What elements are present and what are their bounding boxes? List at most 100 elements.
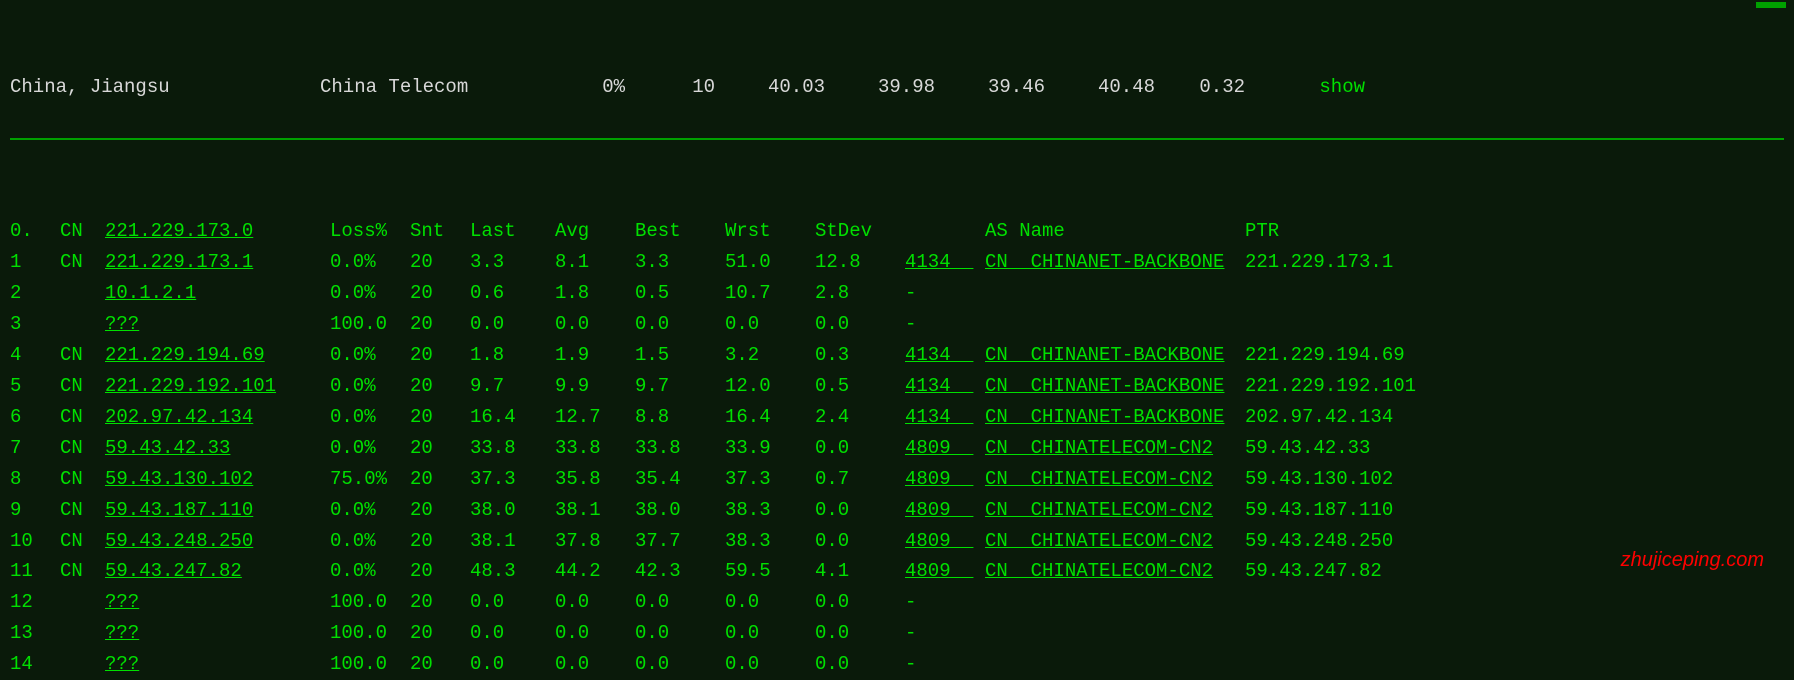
- worst-ms: 59.5: [725, 556, 815, 587]
- as-number[interactable]: 4134: [905, 340, 985, 371]
- as-name[interactable]: CN CHINANET-BACKBONE: [985, 371, 1245, 402]
- as-number[interactable]: 4134: [905, 371, 985, 402]
- as-name[interactable]: CN CHINANET-BACKBONE: [985, 340, 1245, 371]
- as-number[interactable]: 4809: [905, 556, 985, 587]
- hop-row: 7CN59.43.42.330.0%2033.833.833.833.90.04…: [10, 433, 1784, 464]
- ip-address[interactable]: ???: [105, 618, 330, 649]
- country-code: CN: [60, 464, 105, 495]
- ptr-record: 59.43.130.102: [1245, 464, 1784, 495]
- as-name[interactable]: CN CHINATELECOM-CN2: [985, 464, 1245, 495]
- sent: 20: [410, 649, 470, 680]
- best-ms: 37.7: [635, 526, 725, 557]
- as-number: -: [905, 309, 985, 340]
- country-code: CN: [60, 433, 105, 464]
- ip-address[interactable]: 221.229.194.69: [105, 340, 330, 371]
- show-link[interactable]: show: [1245, 72, 1365, 103]
- loss-pct: 75.0%: [330, 464, 410, 495]
- as-name: [985, 649, 1245, 680]
- as-name[interactable]: CN CHINATELECOM-CN2: [985, 526, 1245, 557]
- as-name[interactable]: CN CHINANET-BACKBONE: [985, 247, 1245, 278]
- worst-ms: 0.0: [725, 649, 815, 680]
- ptr-record: [1245, 309, 1784, 340]
- hop-number: 14: [10, 649, 60, 680]
- last-ms: 38.1: [470, 526, 555, 557]
- country-code: [60, 649, 105, 680]
- summary-stdev: 0.32: [1155, 72, 1245, 103]
- col-asname: AS Name: [985, 216, 1245, 247]
- ip-address[interactable]: 59.43.248.250: [105, 526, 330, 557]
- sent: 20: [410, 278, 470, 309]
- avg-ms: 0.0: [555, 309, 635, 340]
- ip-address[interactable]: 59.43.42.33: [105, 433, 330, 464]
- worst-ms: 0.0: [725, 618, 815, 649]
- ip-address[interactable]: 59.43.247.82: [105, 556, 330, 587]
- stdev-ms: 2.4: [815, 402, 905, 433]
- avg-ms: 9.9: [555, 371, 635, 402]
- last-ms: 33.8: [470, 433, 555, 464]
- as-number[interactable]: 4809: [905, 464, 985, 495]
- col-loss: Loss%: [330, 216, 410, 247]
- ip-address[interactable]: 59.43.130.102: [105, 464, 330, 495]
- avg-ms: 1.8: [555, 278, 635, 309]
- stdev-ms: 0.5: [815, 371, 905, 402]
- hop-row: 11CN59.43.247.820.0%2048.344.242.359.54.…: [10, 556, 1784, 587]
- stdev-ms: 0.0: [815, 495, 905, 526]
- worst-ms: 0.0: [725, 309, 815, 340]
- summary-snt: 10: [625, 72, 715, 103]
- hop-row: 8CN59.43.130.10275.0%2037.335.835.437.30…: [10, 464, 1784, 495]
- ip-address[interactable]: ???: [105, 649, 330, 680]
- hop-number: 1: [10, 247, 60, 278]
- stdev-ms: 4.1: [815, 556, 905, 587]
- best-ms: 0.0: [635, 587, 725, 618]
- col-wrst: Wrst: [725, 216, 815, 247]
- ip-address[interactable]: ???: [105, 587, 330, 618]
- loss-pct: 100.0: [330, 587, 410, 618]
- ip-address[interactable]: 59.43.187.110: [105, 495, 330, 526]
- provider: China Telecom: [320, 72, 575, 103]
- sent: 20: [410, 587, 470, 618]
- last-ms: 0.0: [470, 587, 555, 618]
- ip-address[interactable]: 221.229.192.101: [105, 371, 330, 402]
- country-code: CN: [60, 495, 105, 526]
- country-code: CN: [60, 371, 105, 402]
- last-ms: 0.0: [470, 309, 555, 340]
- stdev-ms: 0.0: [815, 587, 905, 618]
- best-ms: 0.5: [635, 278, 725, 309]
- as-name[interactable]: CN CHINATELECOM-CN2: [985, 495, 1245, 526]
- last-ms: 0.0: [470, 649, 555, 680]
- as-number[interactable]: 4809: [905, 495, 985, 526]
- as-number[interactable]: 4134: [905, 247, 985, 278]
- as-number[interactable]: 4809: [905, 433, 985, 464]
- loss-pct: 0.0%: [330, 495, 410, 526]
- last-ms: 48.3: [470, 556, 555, 587]
- ip-address[interactable]: ???: [105, 309, 330, 340]
- country-code: CN: [60, 247, 105, 278]
- stdev-ms: 0.0: [815, 618, 905, 649]
- as-name[interactable]: CN CHINANET-BACKBONE: [985, 402, 1245, 433]
- last-ms: 3.3: [470, 247, 555, 278]
- summary-avg: 39.98: [825, 72, 935, 103]
- as-name[interactable]: CN CHINATELECOM-CN2: [985, 556, 1245, 587]
- last-ms: 0.6: [470, 278, 555, 309]
- sent: 20: [410, 495, 470, 526]
- country-code: [60, 309, 105, 340]
- ip-address[interactable]: 221.229.173.1: [105, 247, 330, 278]
- loss-pct: 100.0: [330, 618, 410, 649]
- hop-number: 8: [10, 464, 60, 495]
- as-name[interactable]: CN CHINATELECOM-CN2: [985, 433, 1245, 464]
- last-ms: 37.3: [470, 464, 555, 495]
- avg-ms: 0.0: [555, 649, 635, 680]
- as-number[interactable]: 4809: [905, 526, 985, 557]
- col-cc: CN: [60, 216, 105, 247]
- loss-pct: 0.0%: [330, 247, 410, 278]
- ip-address[interactable]: 202.97.42.134: [105, 402, 330, 433]
- ip-address[interactable]: 10.1.2.1: [105, 278, 330, 309]
- worst-ms: 12.0: [725, 371, 815, 402]
- country-code: CN: [60, 526, 105, 557]
- country-code: CN: [60, 556, 105, 587]
- best-ms: 33.8: [635, 433, 725, 464]
- as-number[interactable]: 4134: [905, 402, 985, 433]
- worst-ms: 16.4: [725, 402, 815, 433]
- as-number: -: [905, 649, 985, 680]
- ptr-record: 221.229.194.69: [1245, 340, 1784, 371]
